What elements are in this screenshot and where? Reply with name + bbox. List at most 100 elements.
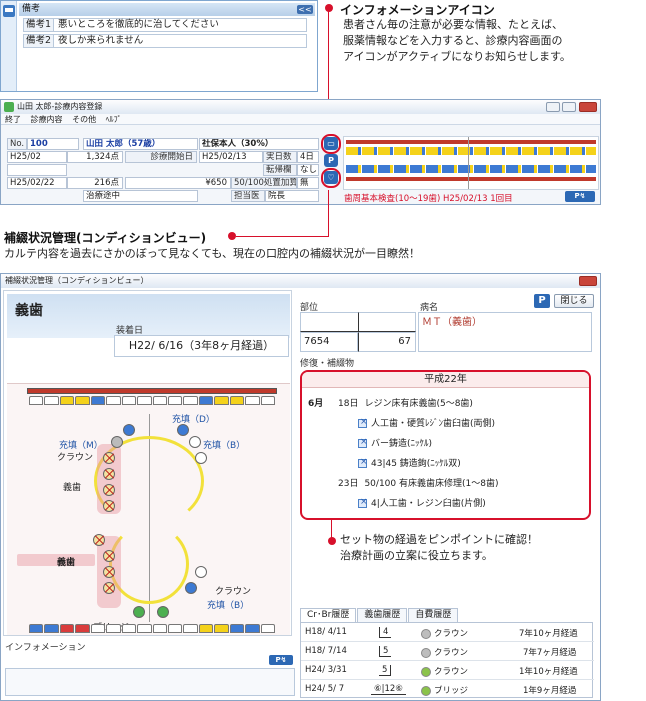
check-icon bbox=[358, 437, 368, 448]
tooth-circle[interactable] bbox=[195, 566, 207, 578]
yen-field: ¥650 bbox=[125, 177, 231, 189]
tooth-circle[interactable] bbox=[103, 582, 115, 594]
date-field[interactable]: H25/02/22 bbox=[7, 177, 67, 189]
tooth[interactable] bbox=[214, 624, 229, 633]
tooth[interactable] bbox=[106, 396, 121, 405]
tooth[interactable] bbox=[137, 624, 152, 633]
tooth[interactable] bbox=[90, 624, 106, 633]
month-field[interactable]: H25/02 bbox=[7, 151, 67, 163]
tooth[interactable] bbox=[229, 396, 245, 405]
tooth[interactable] bbox=[106, 624, 121, 633]
points-field: 1,324点 bbox=[67, 151, 123, 163]
tooth[interactable] bbox=[152, 396, 167, 405]
collapse-button[interactable]: << bbox=[297, 5, 313, 14]
menu-item-other[interactable]: その他 bbox=[72, 115, 96, 124]
tooth-circle[interactable] bbox=[93, 534, 105, 546]
tooth-circle[interactable] bbox=[133, 606, 145, 618]
history-row[interactable]: 43|45 鋳造鉤(ﾆｯｹﾙ双) bbox=[358, 456, 461, 469]
history-row[interactable]: 23日 50/100 有床義歯床修理(1〜8歯) bbox=[338, 476, 498, 489]
tooth-circle[interactable] bbox=[157, 606, 169, 618]
tooth[interactable] bbox=[121, 624, 137, 633]
rate-value[interactable]: 無 bbox=[297, 177, 319, 189]
tooth-circle[interactable] bbox=[185, 582, 197, 594]
history-row[interactable]: 4|人工歯・レジン臼歯(片側) bbox=[358, 496, 486, 509]
history-row[interactable]: バー鋳造(ﾆｯｹﾙ) bbox=[358, 436, 432, 449]
maximize-button[interactable] bbox=[562, 102, 576, 112]
tooth[interactable] bbox=[167, 624, 183, 633]
p-icon[interactable]: P bbox=[324, 154, 338, 167]
start-date[interactable]: H25/02/13 bbox=[199, 151, 263, 163]
menu-item-content[interactable]: 診療内容 bbox=[31, 115, 63, 124]
tooth[interactable] bbox=[137, 396, 152, 405]
table-row[interactable]: H24/ 3/31 5 クラウン 1年10ヶ月経過 bbox=[301, 661, 594, 680]
callout-history-body: セット物の経過をピンポイントに確認！ 治療計画の立案に役立ちます。 bbox=[340, 532, 590, 564]
tab-crown-bridge[interactable]: Cr･Br履歴 bbox=[300, 608, 357, 622]
tooth-circle[interactable] bbox=[103, 468, 115, 480]
tooth-circle[interactable] bbox=[103, 500, 115, 512]
tooth[interactable] bbox=[90, 396, 106, 405]
tooth[interactable] bbox=[198, 624, 214, 633]
tooth[interactable] bbox=[121, 396, 137, 405]
check-icon bbox=[358, 497, 368, 508]
close-button[interactable] bbox=[579, 102, 597, 112]
tooth-circle[interactable] bbox=[103, 452, 115, 464]
transfer-value[interactable]: なし bbox=[297, 164, 319, 176]
tooth-circle[interactable] bbox=[103, 566, 115, 578]
tooth-circle[interactable] bbox=[103, 484, 115, 496]
tooth-circle[interactable] bbox=[195, 452, 207, 464]
tooth-circle[interactable] bbox=[111, 436, 123, 448]
menu-item-exit[interactable]: 終了 bbox=[5, 115, 21, 124]
tooth[interactable] bbox=[44, 624, 59, 633]
status-ball-icon bbox=[421, 647, 431, 658]
doctor-value[interactable]: 院長 bbox=[265, 190, 319, 202]
tooth[interactable] bbox=[260, 624, 275, 633]
tooth[interactable] bbox=[29, 396, 44, 405]
tooth[interactable] bbox=[167, 396, 183, 405]
tooth[interactable] bbox=[229, 624, 245, 633]
menu-item-help[interactable]: ﾍﾙﾌﾟ bbox=[106, 115, 122, 124]
tooth[interactable] bbox=[245, 624, 260, 633]
tooth[interactable] bbox=[183, 624, 198, 633]
tooth[interactable] bbox=[152, 624, 167, 633]
tooth[interactable] bbox=[198, 396, 214, 405]
close-button[interactable] bbox=[579, 276, 597, 286]
table-row[interactable]: H18/ 7/14 5 クラウン 7年7ヶ月経過 bbox=[301, 642, 594, 661]
memo-row[interactable]: 備考2 夜しか来られません bbox=[23, 34, 307, 48]
memo-title: 備考 bbox=[22, 4, 41, 14]
tooth[interactable] bbox=[260, 396, 275, 405]
patient-no: 100 bbox=[27, 138, 79, 150]
label-fill-b: 充填（B） bbox=[203, 441, 246, 451]
tooth-circle[interactable] bbox=[123, 424, 135, 436]
memo-row[interactable]: 備考1 悪いところを徹底的に治してください bbox=[23, 18, 307, 32]
brand-logo: P↯ bbox=[269, 655, 293, 665]
table-row[interactable]: H24/ 5/ 7 ⑥|12⑥ ブリッジ 1年9ヶ月経過 bbox=[301, 680, 594, 699]
app-icon bbox=[4, 102, 14, 112]
status-ball-icon bbox=[421, 685, 431, 696]
tooth-circle[interactable] bbox=[189, 436, 201, 448]
tooth[interactable] bbox=[245, 396, 260, 405]
tooth-circle[interactable] bbox=[103, 550, 115, 562]
tooth[interactable] bbox=[29, 624, 44, 633]
p-icon[interactable]: P bbox=[534, 294, 550, 308]
highlight-ring bbox=[321, 134, 341, 154]
tooth-circle[interactable] bbox=[177, 424, 189, 436]
tab-denture[interactable]: 義歯履歴 bbox=[357, 608, 408, 622]
tooth[interactable] bbox=[59, 396, 75, 405]
tooth[interactable] bbox=[59, 624, 75, 633]
callout-dot bbox=[328, 537, 336, 545]
callout-line-text: 患者さん毎の注意が必要な情報、たとえば、 bbox=[343, 18, 563, 31]
minimize-button[interactable] bbox=[546, 102, 560, 112]
info-field[interactable] bbox=[5, 668, 295, 696]
table-row[interactable]: H18/ 4/11 4 クラウン 7年10ヶ月経過 bbox=[301, 623, 594, 642]
tooth[interactable] bbox=[75, 396, 90, 405]
condition-view-window: 補綴状況管理（コンディションビュー） 義歯 装着日 H22/ 6/16（3年8ヶ… bbox=[0, 273, 601, 701]
tooth[interactable] bbox=[214, 396, 229, 405]
close-button[interactable]: 閉じる bbox=[554, 294, 594, 308]
history-row[interactable]: 人工歯・硬質ﾚｼﾞﾝ歯臼歯(両側) bbox=[358, 416, 495, 429]
tab-private[interactable]: 自費履歴 bbox=[408, 608, 459, 622]
mini-teeth-lower bbox=[346, 165, 596, 173]
history-row[interactable]: 18日 レジン床有床義歯(5〜8歯) bbox=[338, 396, 473, 409]
tooth[interactable] bbox=[44, 396, 59, 405]
tooth[interactable] bbox=[75, 624, 90, 633]
tooth[interactable] bbox=[183, 396, 198, 405]
